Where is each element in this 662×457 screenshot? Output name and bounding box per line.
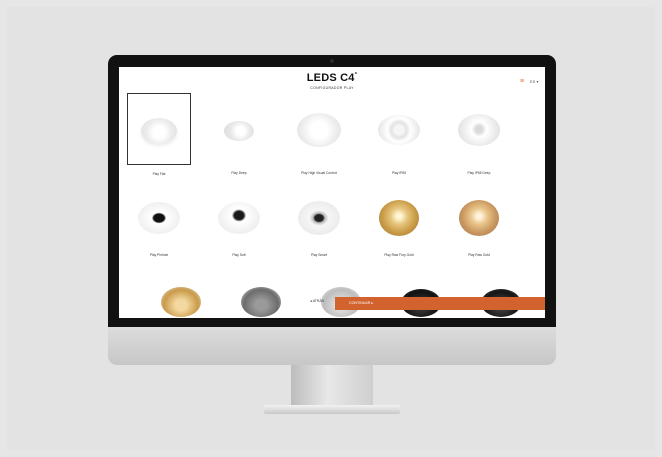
- product-label: Play Smart: [310, 253, 328, 257]
- product-label: Play Soft: [232, 253, 246, 257]
- downlight-deep-image: [224, 121, 254, 141]
- screen: LEDS C4° CONFIGURADOR PLAY ≡ ES ▾ Play F…: [119, 67, 545, 318]
- downlight-ip65-deep-image: [458, 114, 500, 146]
- product-card-play-soft[interactable]: Play Soft: [207, 180, 271, 257]
- product-card-play-hvc[interactable]: Play High Visual Confort: [287, 93, 351, 175]
- mockup-frame: LEDS C4° CONFIGURADOR PLAY ≡ ES ▾ Play F…: [0, 0, 662, 457]
- language-selector[interactable]: ES ▾: [530, 79, 538, 84]
- product-card-play-ip65[interactable]: Play IP65: [367, 93, 431, 175]
- downlight-pinhole-image: [138, 202, 180, 234]
- product-label: Play High Visual Confort: [301, 171, 337, 175]
- product-label: Play IP65: [391, 171, 407, 175]
- product-card-play-raw-gold[interactable]: Play Raw Gold: [447, 180, 511, 257]
- monitor-base: [264, 405, 400, 414]
- page-subtitle: CONFIGURADOR PLAY: [310, 86, 354, 90]
- product-label: Play Pinhole: [149, 253, 169, 257]
- product-card-play-flat[interactable]: Play Flat: [127, 93, 191, 176]
- product-label: Play Flat: [152, 172, 166, 176]
- downlight-smart-image: [298, 201, 340, 235]
- product-label: Play Deep: [231, 171, 247, 175]
- product-card-play-deep[interactable]: Play Deep: [207, 93, 271, 175]
- camera-icon: [330, 59, 334, 63]
- downlight-gold-image: [459, 200, 499, 236]
- product-card-play-smart[interactable]: Play Smart: [287, 180, 351, 257]
- product-label: Play Raw Gold: [468, 253, 490, 257]
- product-card-play-pinhole[interactable]: Play Pinhole: [127, 180, 191, 257]
- product-card-play-raw-fury-gold[interactable]: Play Raw Fury Gold: [367, 180, 431, 257]
- product-label: Play IP65 Deep: [467, 171, 491, 175]
- product-card-play-ip65-deep[interactable]: Play IP65 Deep: [447, 93, 511, 175]
- monitor-chin: [108, 327, 556, 365]
- product-label: Play Raw Fury Gold: [384, 253, 414, 257]
- downlight-gold-image: [379, 200, 419, 236]
- downlight-ip65-image: [378, 115, 420, 145]
- downlight-flat-image: [141, 118, 177, 144]
- back-button[interactable]: ◂ ATRÁS: [310, 299, 324, 303]
- hamburger-icon[interactable]: ≡: [520, 78, 527, 85]
- monitor-stand: [291, 365, 373, 408]
- monitor-bezel: LEDS C4° CONFIGURADOR PLAY ≡ ES ▾ Play F…: [108, 55, 556, 327]
- brand-logo[interactable]: LEDS C4°: [119, 72, 545, 84]
- downlight-hvc-image: [297, 113, 341, 147]
- downlight-soft-image: [218, 202, 260, 234]
- footer-bar: ◂ ATRÁS CONTINUAR ▸: [119, 297, 545, 318]
- continue-button[interactable]: CONTINUAR ▸: [335, 297, 545, 310]
